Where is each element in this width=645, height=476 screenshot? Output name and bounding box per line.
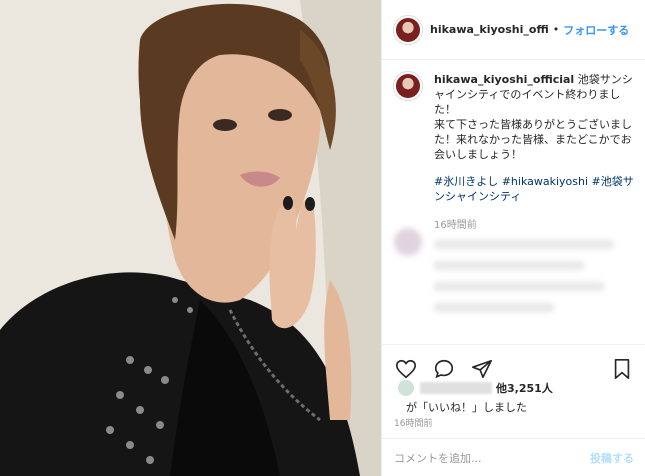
post-time: 16時間前 [394, 419, 433, 429]
blurred-avatar [394, 228, 422, 256]
caption-username[interactable]: hikawa_kiyoshi_official [434, 73, 574, 86]
caption-hashtags[interactable]: #氷川きよし #hikawakiyoshi #池袋サンシャインシティ [434, 174, 638, 204]
likes-summary: 他3,251人 が「いいね！」しました [394, 380, 638, 416]
comment-icon[interactable] [432, 357, 456, 381]
caption-avatar[interactable] [394, 72, 422, 100]
post-sidebar: hikawa_kiyoshi_offi • フォローする hikawa_kiyo… [381, 0, 645, 476]
separator-dot: • [552, 23, 560, 36]
caption-block: hikawa_kiyoshi_official 池袋サンシャインシティでのイベン… [394, 72, 638, 231]
avatar[interactable] [394, 15, 422, 44]
blurred-line [434, 240, 614, 249]
likes-suffix: が「いいね！」しました [406, 401, 527, 414]
portrait-image [0, 0, 381, 476]
liker-avatar[interactable] [398, 380, 414, 396]
bookmark-icon[interactable] [610, 357, 634, 381]
liker-name-blurred [420, 382, 492, 394]
blurred-comments [394, 228, 638, 338]
caption-body: hikawa_kiyoshi_official 池袋サンシャインシティでのイベン… [434, 72, 638, 162]
post-header: hikawa_kiyoshi_offi • フォローする [382, 0, 645, 60]
caption-text: 池袋サンシャインシティでのイベント終わりました！ 来て下さった皆様ありがとうござ… [434, 73, 633, 161]
header-username[interactable]: hikawa_kiyoshi_offi [430, 23, 549, 36]
blurred-line [434, 261, 584, 270]
post-comment-button[interactable]: 投稿する [590, 450, 634, 466]
follow-button[interactable]: フォローする [563, 22, 629, 38]
share-icon[interactable] [470, 357, 494, 381]
blurred-line [434, 282, 604, 291]
action-bar [382, 344, 645, 384]
comment-input[interactable]: コメントを追加... [394, 450, 590, 466]
blurred-line [434, 303, 554, 312]
heart-icon[interactable] [394, 357, 418, 381]
likes-count[interactable]: 他3,251人 [496, 380, 553, 396]
comment-bar: コメントを追加... 投稿する [382, 438, 645, 476]
post-photo[interactable] [0, 0, 381, 476]
